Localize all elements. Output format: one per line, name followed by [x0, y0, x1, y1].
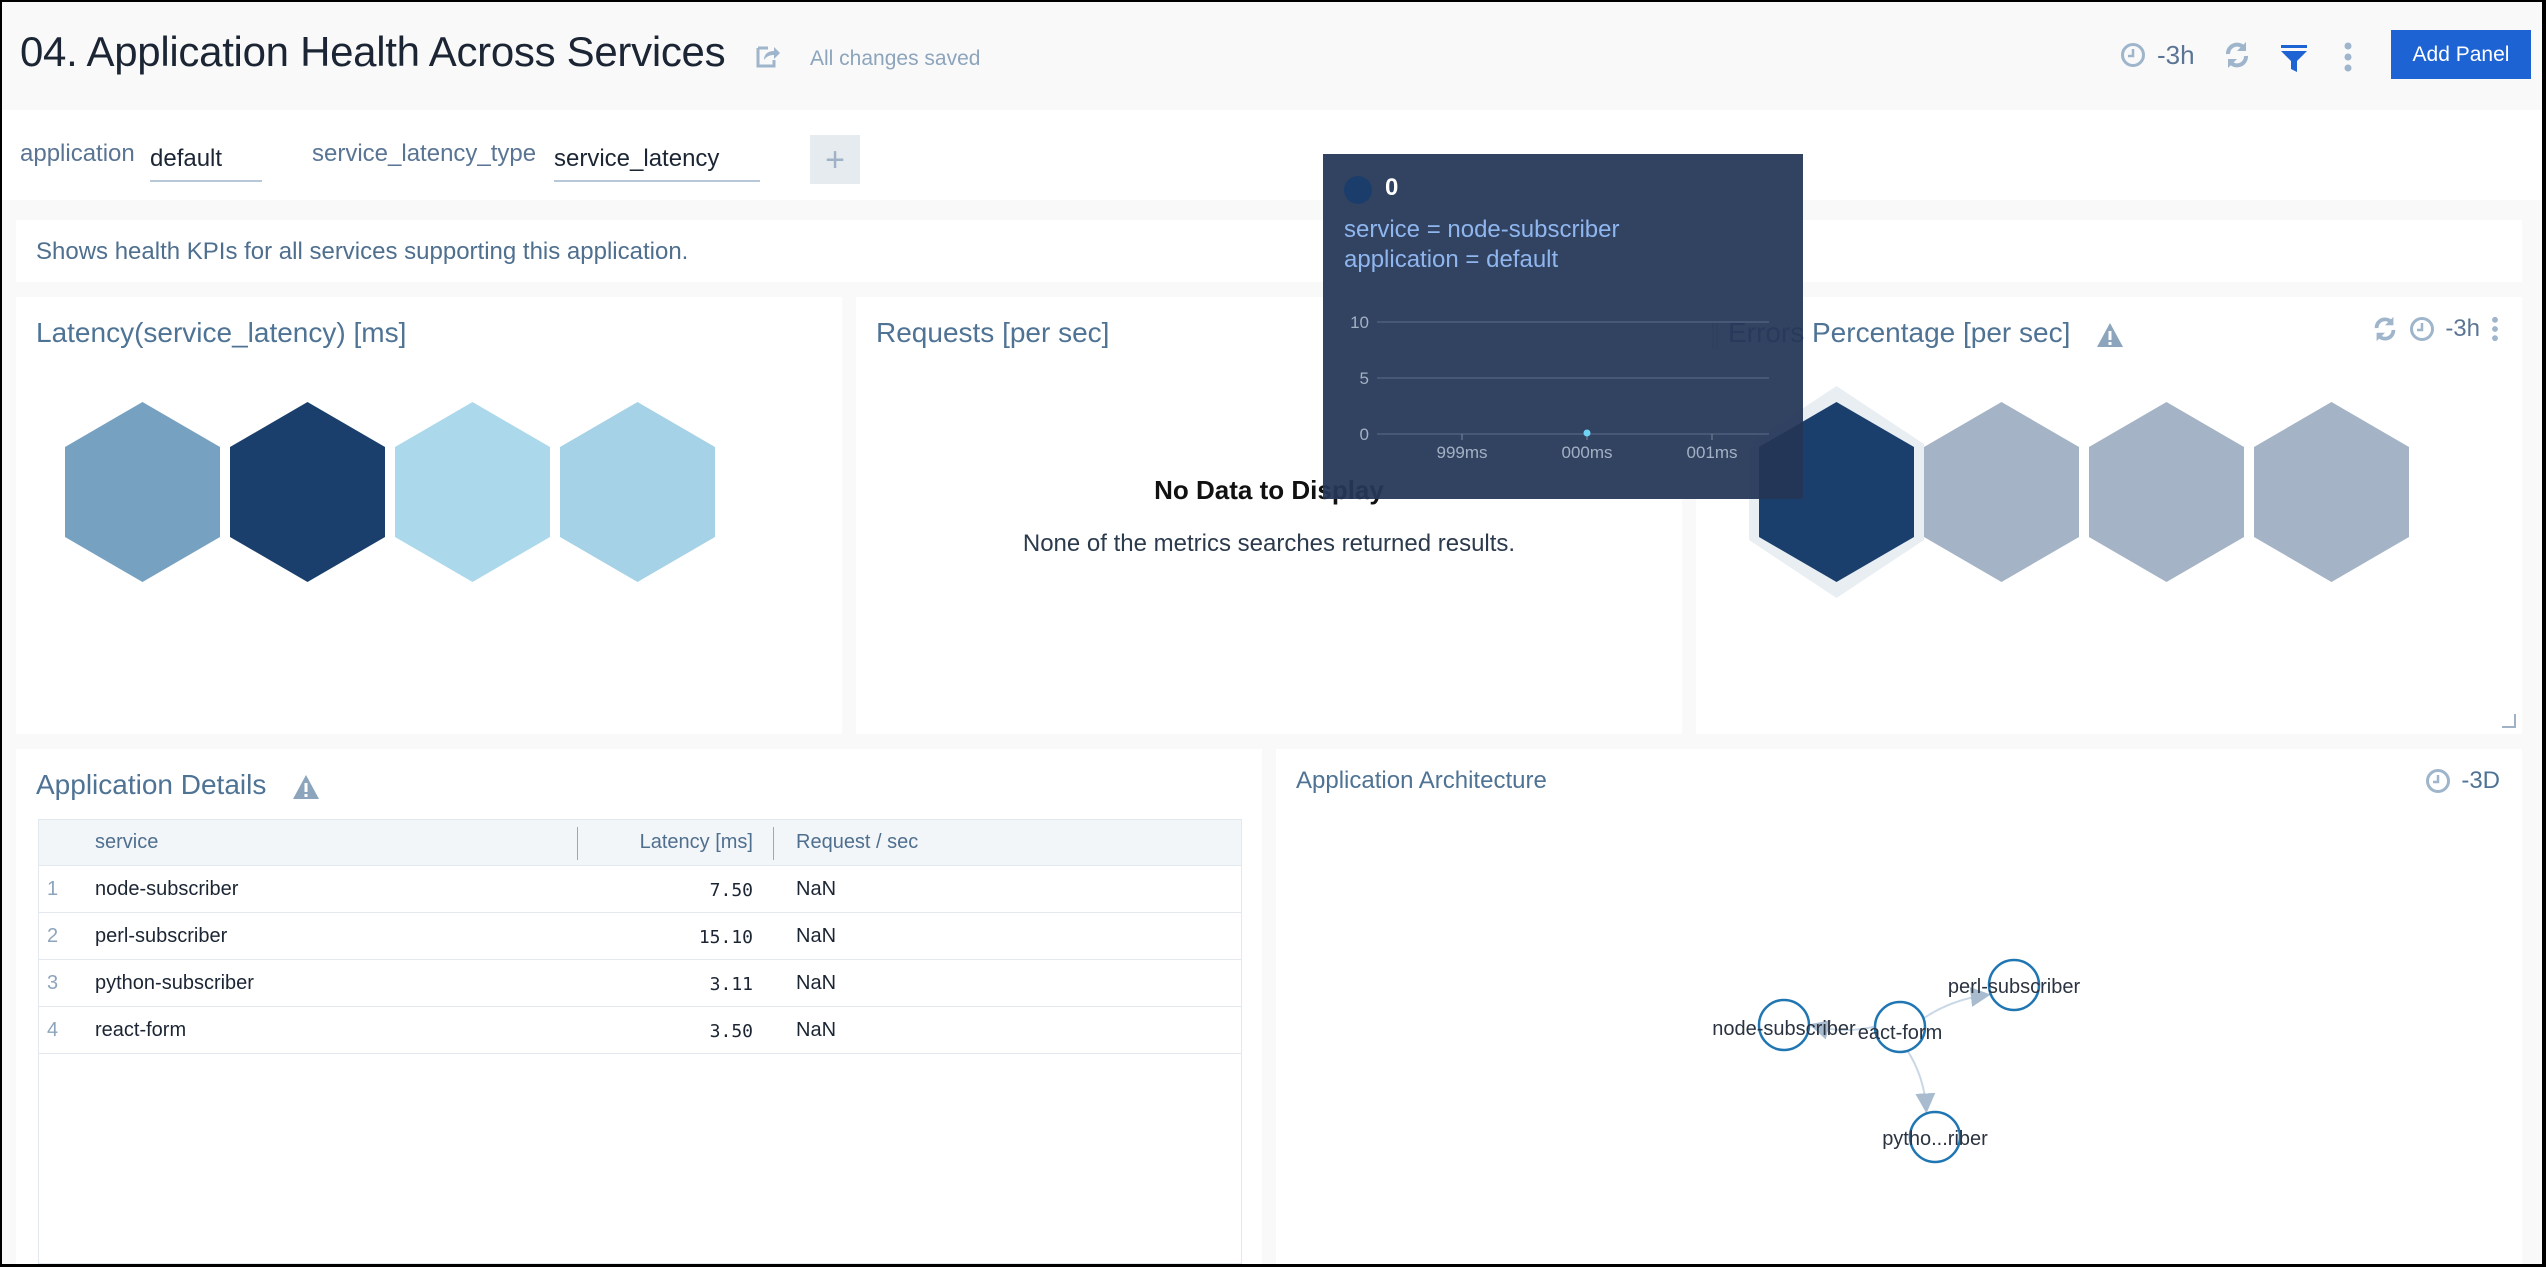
- cell-latency: 7.50: [709, 880, 753, 901]
- node-label-perl-subscriber: perl-subscriber: [1948, 976, 2081, 998]
- row-index: 2: [47, 925, 59, 947]
- save-status: All changes saved: [810, 47, 981, 70]
- errors-hex-react-form[interactable]: [2254, 402, 2409, 582]
- latency-hex-perl-subscriber[interactable]: [230, 402, 385, 582]
- data-point: [1583, 429, 1591, 437]
- edge-react-form-to-python-subscriber: [1906, 1050, 1936, 1114]
- time-range-label[interactable]: -3h: [2157, 40, 2195, 71]
- latency-hex-react-form[interactable]: [560, 402, 715, 582]
- warning-icon[interactable]: [292, 774, 320, 800]
- cell-requests: NaN: [796, 1019, 837, 1041]
- cell-latency: 3.50: [709, 1021, 753, 1042]
- more-vertical-icon[interactable]: [2342, 42, 2354, 72]
- table-header: service Latency [ms] Request / sec: [39, 820, 1241, 866]
- latency-hex-python-subscriber[interactable]: [395, 402, 550, 582]
- filter-bar: application service_latency_type +: [2, 110, 2542, 200]
- table-row[interactable]: 1 node-subscriber 7.50 NaN: [39, 866, 1241, 913]
- table-row[interactable]: 3 python-subscriber 3.11 NaN: [39, 960, 1241, 1007]
- filter-icon[interactable]: [2280, 44, 2308, 72]
- cell-service: perl-subscriber: [95, 925, 228, 947]
- x-tick-label: 001ms: [1686, 443, 1737, 462]
- filter-application-label: application: [20, 140, 135, 167]
- table-row[interactable]: 4 react-form 3.50 NaN: [39, 1007, 1241, 1054]
- latency-hex-node-subscriber[interactable]: [65, 402, 220, 582]
- row-index: 3: [47, 972, 59, 994]
- cell-service: node-subscriber: [95, 878, 239, 900]
- errors-honeycomb: [1749, 386, 2409, 598]
- edge-react-form-to-perl-subscriber: [1922, 987, 1991, 1020]
- cell-requests: NaN: [796, 972, 837, 994]
- node-label-node-subscriber: node-subscriber: [1712, 1018, 1856, 1040]
- add-panel-button[interactable]: Add Panel: [2391, 30, 2531, 79]
- requests-panel-title: Requests [per sec]: [876, 317, 1110, 348]
- refresh-icon[interactable]: [2222, 40, 2252, 70]
- cell-latency: 15.10: [698, 927, 753, 948]
- filter-service-latency-type-input[interactable]: [554, 138, 760, 182]
- x-tick-label: 000ms: [1561, 443, 1612, 462]
- node-label-python-subscriber: pytho...riber: [1882, 1128, 1988, 1150]
- latency-panel[interactable]: Latency(service_latency) [ms]: [16, 297, 842, 734]
- cell-requests: NaN: [796, 925, 837, 947]
- cell-service: python-subscriber: [95, 972, 254, 994]
- clock-icon[interactable]: [2120, 42, 2146, 68]
- column-resize-handle[interactable]: [773, 827, 774, 860]
- application-details-panel[interactable]: Application Details service Latency [ms]…: [16, 749, 1262, 1264]
- column-header-latency[interactable]: Latency [ms]: [640, 831, 753, 854]
- application-details-table: service Latency [ms] Request / sec 1 node…: [38, 819, 1242, 1264]
- description-panel: Shows health KPIs for all services suppo…: [16, 220, 2522, 282]
- hover-tooltip: 0 service = node-subscriber application …: [1323, 154, 1803, 499]
- latency-honeycomb: [65, 402, 715, 582]
- column-header-service[interactable]: service: [95, 831, 158, 854]
- application-details-title-text: Application Details: [36, 769, 267, 800]
- no-data-message: None of the metrics searches returned re…: [1022, 530, 1516, 557]
- share-icon[interactable]: [754, 42, 782, 70]
- filter-service-latency-type-label: service_latency_type: [312, 140, 537, 167]
- description-text: Shows health KPIs for all services suppo…: [36, 238, 689, 265]
- table-row[interactable]: 2 perl-subscriber 15.10 NaN: [39, 913, 1241, 960]
- errors-hex-python-subscriber[interactable]: [2089, 402, 2244, 582]
- application-architecture-panel[interactable]: Application Architecture -3D node-subscr…: [1276, 749, 2522, 1264]
- filter-application-input[interactable]: [150, 138, 262, 182]
- resize-handle[interactable]: [2502, 714, 2516, 728]
- application-details-title: Application Details: [36, 769, 320, 801]
- dashboard-screen: 04. Application Health Across Services A…: [2, 2, 2542, 1264]
- y-tick-label: 5: [1360, 369, 1369, 388]
- row-index: 1: [47, 878, 59, 900]
- cell-service: react-form: [95, 1019, 187, 1041]
- errors-hex-perl-subscriber[interactable]: [1924, 402, 2079, 582]
- errors-panel[interactable]: Errors Percentage [per sec] -3h: [1696, 297, 2522, 734]
- tooltip-sparkline-chart: 10 5 0 999ms 000ms 001ms: [1350, 313, 1769, 462]
- architecture-graph: node-subscriber eact-form perl-subscriber p…: [1712, 958, 2081, 1164]
- y-tick-label: 10: [1350, 313, 1369, 332]
- cell-latency: 3.11: [709, 974, 753, 995]
- dashboard-title[interactable]: 04. Application Health Across Services: [20, 28, 726, 76]
- column-resize-handle[interactable]: [577, 827, 578, 860]
- add-filter-button[interactable]: +: [810, 135, 860, 184]
- x-tick-label: 999ms: [1436, 443, 1487, 462]
- row-index: 4: [47, 1019, 59, 1041]
- column-header-requests[interactable]: Request / sec: [796, 831, 918, 854]
- dashboard-header: 04. Application Health Across Services A…: [2, 2, 2542, 110]
- cell-requests: NaN: [796, 878, 837, 900]
- node-label-react-form: eact-form: [1858, 1022, 1942, 1044]
- y-tick-label: 0: [1360, 425, 1369, 444]
